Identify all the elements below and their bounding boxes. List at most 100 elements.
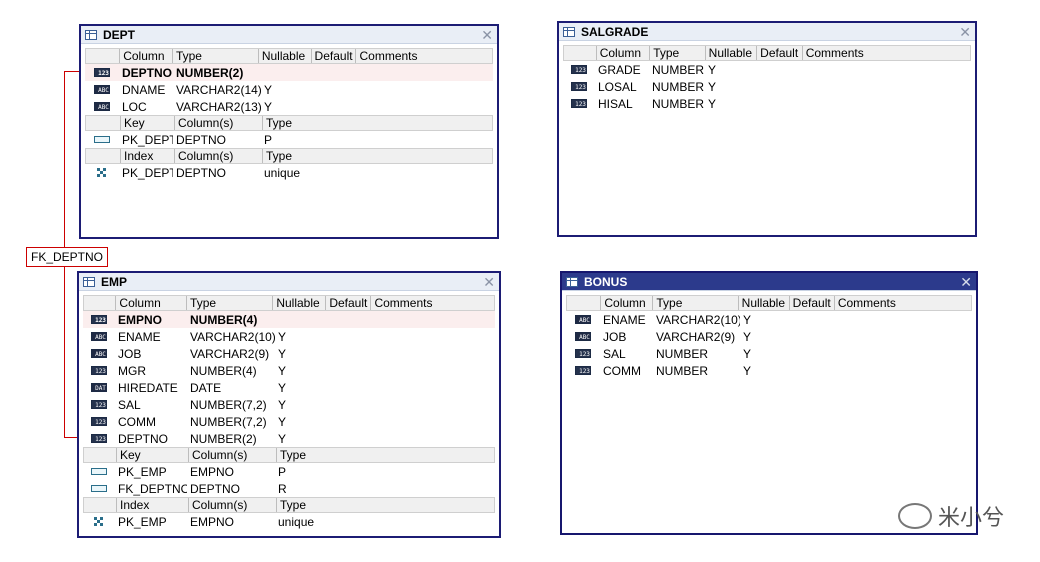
- column-nullable: Y: [278, 397, 287, 412]
- column-name: EMPNO: [118, 312, 163, 327]
- column-header-key[interactable]: Key: [120, 116, 174, 130]
- window-titlebar[interactable]: DEPT ✕: [81, 26, 497, 44]
- text-icon: ABC: [94, 102, 110, 111]
- column-header-nullable[interactable]: Nullable: [704, 46, 757, 60]
- column-type: VARCHAR2(9): [656, 329, 736, 344]
- header-spacer: [86, 49, 119, 63]
- grid-header: Key Column(s) Type: [83, 447, 495, 463]
- column-header-comments[interactable]: Comments: [355, 49, 492, 63]
- key-type: R: [278, 481, 287, 496]
- column-row[interactable]: ABC ENAME VARCHAR2(10) Y: [83, 328, 495, 345]
- table-window-emp[interactable]: EMP ✕ Column Type Nullable Default Comments 1…: [77, 271, 501, 538]
- column-header-column[interactable]: Column: [595, 46, 649, 60]
- column-header-default[interactable]: Default: [756, 46, 802, 60]
- column-header-column[interactable]: Column: [115, 296, 186, 310]
- column-nullable: Y: [264, 82, 273, 97]
- key-name: PK_DEPT: [122, 132, 173, 147]
- column-header-comments[interactable]: Comments: [833, 296, 971, 310]
- column-row[interactable]: 123 SAL NUMBER(7,2) Y: [83, 396, 495, 413]
- column-header-type[interactable]: Type: [652, 296, 737, 310]
- column-header-columns[interactable]: Column(s): [174, 116, 262, 130]
- key-row[interactable]: FK_DEPTNO DEPTNO R: [83, 480, 495, 497]
- column-type: NUMBER(4): [190, 363, 257, 378]
- close-icon[interactable]: ✕: [483, 275, 495, 289]
- window-titlebar[interactable]: BONUS ✕: [562, 273, 976, 291]
- column-header-index[interactable]: Index: [120, 149, 174, 163]
- fk-line-bottom: [64, 437, 78, 438]
- column-header-type[interactable]: Type: [276, 498, 376, 512]
- column-name: JOB: [118, 346, 142, 361]
- text-icon: ABC: [91, 349, 107, 358]
- column-header-column[interactable]: Column: [600, 296, 652, 310]
- table-window-bonus[interactable]: BONUS ✕ Column Type Nullable Default Comment…: [560, 271, 978, 535]
- column-header-index[interactable]: Index: [116, 498, 188, 512]
- number-icon: 123: [575, 349, 591, 358]
- number-icon: 123: [571, 65, 587, 74]
- column-row[interactable]: DAT HIREDATE DATE Y: [83, 379, 495, 396]
- close-icon[interactable]: ✕: [959, 25, 971, 39]
- column-header-columns[interactable]: Column(s): [174, 149, 262, 163]
- table-window-salgrade[interactable]: SALGRADE ✕ Column Type Nullable Default Comm…: [557, 21, 977, 237]
- close-icon[interactable]: ✕: [481, 28, 493, 42]
- column-row[interactable]: 123 DEPTNO NUMBER(2) Y: [83, 430, 495, 447]
- header-spacer: [564, 46, 596, 60]
- column-row[interactable]: ABC DNAME VARCHAR2(14) Y: [85, 81, 493, 98]
- column-header-nullable[interactable]: Nullable: [257, 49, 311, 63]
- window-titlebar[interactable]: SALGRADE ✕: [559, 23, 975, 41]
- column-header-type[interactable]: Type: [649, 46, 704, 60]
- key-row[interactable]: PK_EMP EMPNO P: [83, 463, 495, 480]
- column-header-key[interactable]: Key: [116, 448, 188, 462]
- column-header-column[interactable]: Column: [119, 49, 172, 63]
- column-row[interactable]: 123 COMM NUMBER(7,2) Y: [83, 413, 495, 430]
- column-type: NUMBER: [652, 79, 705, 94]
- column-header-nullable[interactable]: Nullable: [737, 296, 789, 310]
- row-icon-cell: ABC: [566, 332, 600, 341]
- column-row[interactable]: 123 MGR NUMBER(4) Y: [83, 362, 495, 379]
- column-row[interactable]: 123 GRADE NUMBER Y: [563, 61, 971, 78]
- index-row[interactable]: PK_DEPT DEPTNO unique: [85, 164, 493, 181]
- column-header-default[interactable]: Default: [310, 49, 356, 63]
- column-row[interactable]: 123 LOSAL NUMBER Y: [563, 78, 971, 95]
- column-row[interactable]: 123 COMM NUMBER Y: [566, 362, 972, 379]
- column-row[interactable]: ABC LOC VARCHAR2(13) Y: [85, 98, 493, 115]
- close-icon[interactable]: ✕: [960, 275, 972, 289]
- column-header-default[interactable]: Default: [788, 296, 834, 310]
- grid-header: Index Column(s) Type: [85, 148, 493, 164]
- column-header-comments[interactable]: Comments: [370, 296, 494, 310]
- key-row[interactable]: PK_DEPT DEPTNO P: [85, 131, 493, 148]
- column-header-type[interactable]: Type: [186, 296, 272, 310]
- column-header-columns[interactable]: Column(s): [188, 448, 276, 462]
- row-icon-cell: 123: [83, 434, 115, 443]
- column-row[interactable]: 123 EMPNO NUMBER(4): [83, 311, 495, 328]
- row-icon-cell: ABC: [83, 349, 115, 358]
- table-icon: [563, 26, 575, 37]
- grid-header: Column Type Nullable Default Comments: [85, 48, 493, 64]
- column-header-columns[interactable]: Column(s): [188, 498, 276, 512]
- column-type: NUMBER: [652, 96, 705, 111]
- window-title: DEPT: [103, 27, 136, 42]
- grid-header: Column Type Nullable Default Comments: [563, 45, 971, 61]
- column-header-type[interactable]: Type: [262, 149, 362, 163]
- number-icon: 123: [575, 366, 591, 375]
- index-row[interactable]: PK_EMP EMPNO unique: [83, 513, 495, 530]
- column-row[interactable]: ABC JOB VARCHAR2(9) Y: [566, 328, 972, 345]
- column-header-type[interactable]: Type: [171, 49, 258, 63]
- column-header-comments[interactable]: Comments: [801, 46, 970, 60]
- column-header-type[interactable]: Type: [262, 116, 362, 130]
- column-row[interactable]: 123 DEPTNO NUMBER(2): [85, 64, 493, 81]
- column-header-default[interactable]: Default: [325, 296, 370, 310]
- column-row[interactable]: ABC ENAME VARCHAR2(10) Y: [566, 311, 972, 328]
- fk-relationship-label[interactable]: FK_DEPTNO: [26, 247, 109, 267]
- column-grid: Column Type Nullable Default Comments ABC ENAM…: [566, 295, 972, 379]
- column-header-type[interactable]: Type: [276, 448, 376, 462]
- column-row[interactable]: 123 HISAL NUMBER Y: [563, 95, 971, 112]
- column-header-nullable[interactable]: Nullable: [272, 296, 325, 310]
- window-titlebar[interactable]: EMP ✕: [79, 273, 499, 291]
- table-window-dept[interactable]: DEPT ✕ Column Type Nullable Default Comments…: [79, 24, 499, 239]
- column-row[interactable]: 123 SAL NUMBER Y: [566, 345, 972, 362]
- column-name: COMM: [603, 363, 641, 378]
- column-row[interactable]: ABC JOB VARCHAR2(9) Y: [83, 345, 495, 362]
- key-columns: DEPTNO: [190, 481, 241, 496]
- watermark: 米小兮: [897, 500, 1004, 532]
- column-nullable: Y: [278, 346, 287, 361]
